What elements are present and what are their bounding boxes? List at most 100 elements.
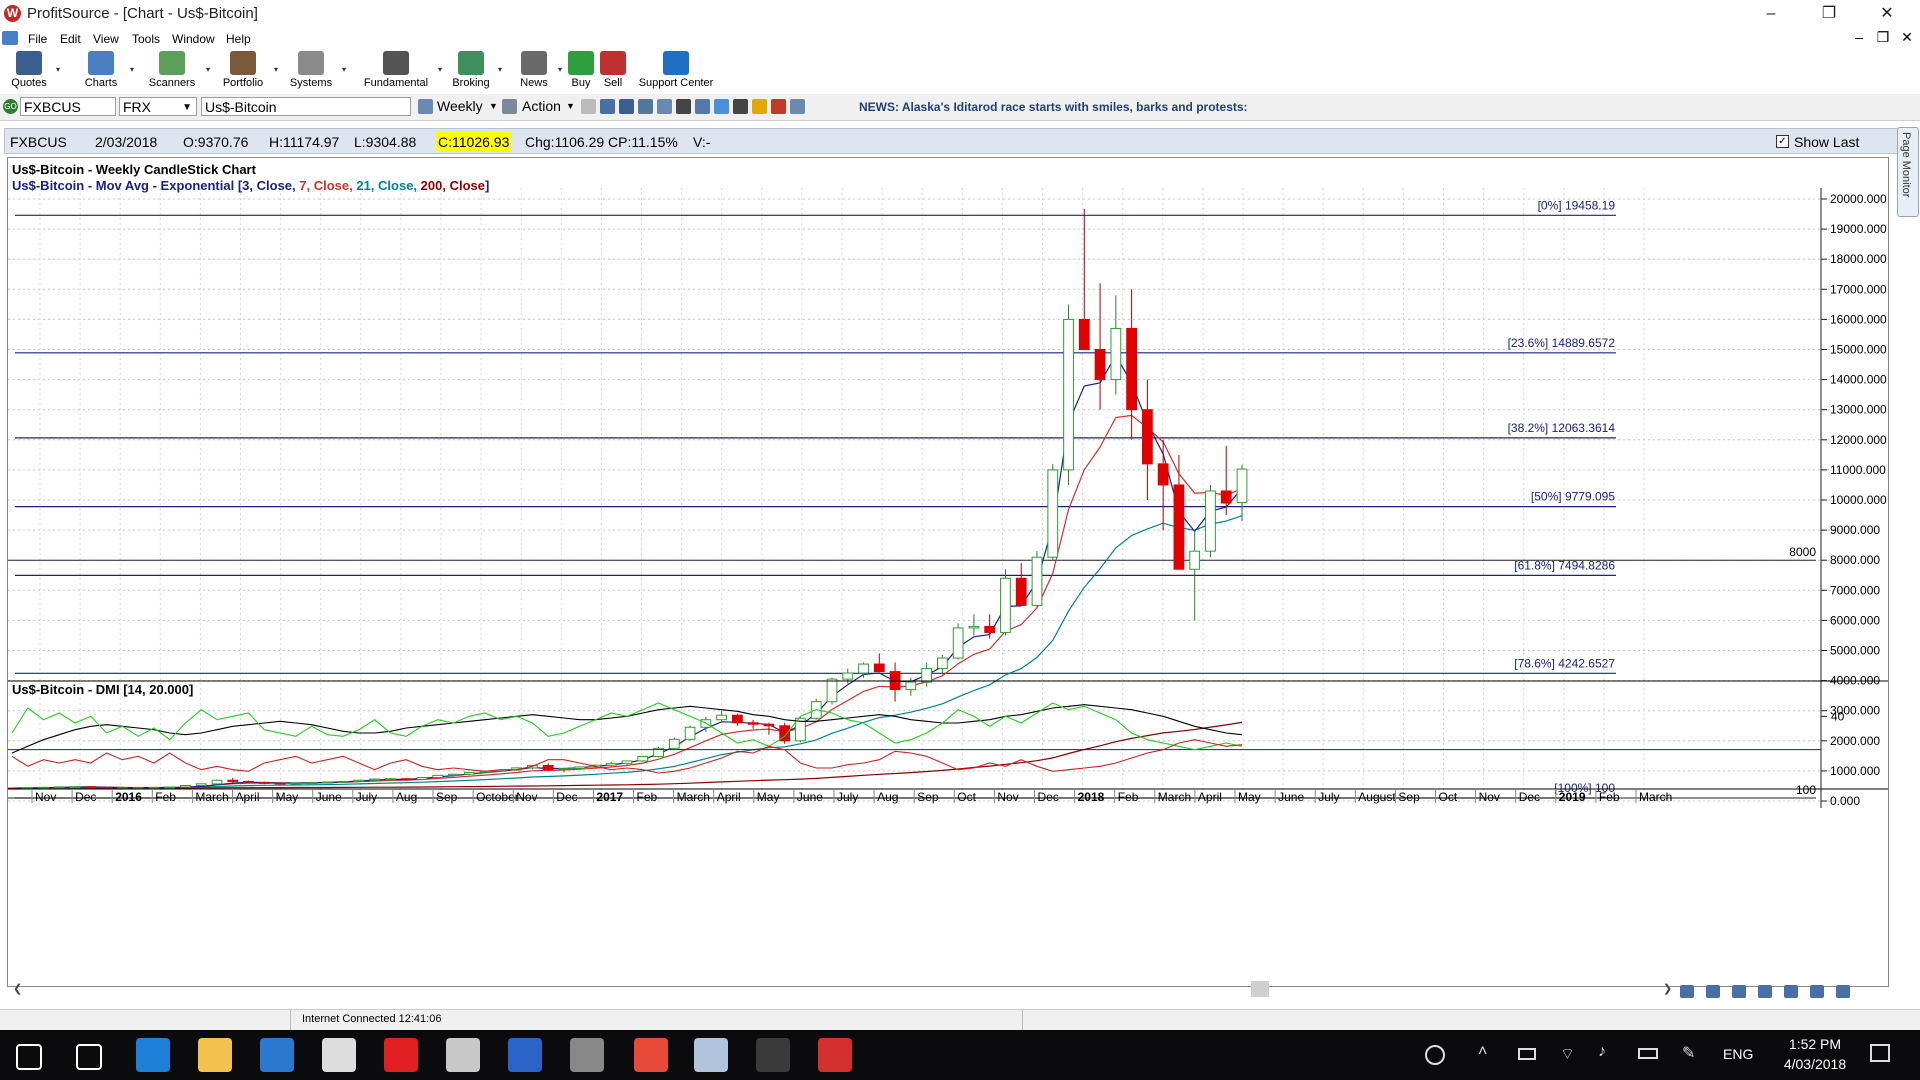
- go-icon[interactable]: GO: [3, 99, 18, 114]
- dropdown-arrow-icon[interactable]: ▾: [206, 65, 210, 74]
- horizontal-scrollbar[interactable]: ❮ ❯: [7, 978, 1707, 1000]
- toolbar-support-button[interactable]: Support Center: [638, 49, 714, 89]
- candle-body[interactable]: [1141, 409, 1153, 465]
- scroll-right-icon[interactable]: ❯: [1663, 982, 1672, 995]
- candle[interactable]: [353, 779, 365, 782]
- dmi-plusminus-di-line[interactable]: [11, 702, 1243, 751]
- candle[interactable]: [1173, 454, 1185, 570]
- candle-body[interactable]: [558, 767, 570, 770]
- alert-icon[interactable]: [771, 99, 786, 114]
- dropdown-arrow-icon[interactable]: ▾: [56, 65, 60, 74]
- candle-body[interactable]: [211, 779, 223, 785]
- candle-body[interactable]: [1220, 490, 1232, 504]
- candle-body[interactable]: [574, 766, 586, 769]
- scroll-thumb[interactable]: [1251, 981, 1269, 997]
- candle-body[interactable]: [290, 782, 302, 785]
- candle[interactable]: [290, 782, 302, 785]
- exchange-select[interactable]: FRX ▼: [119, 97, 197, 116]
- wifi-icon[interactable]: ⌔: [1560, 1044, 1575, 1064]
- candle-body[interactable]: [542, 764, 554, 770]
- candle[interactable]: [1141, 379, 1153, 500]
- mdi-minimize-button[interactable]: –: [1848, 29, 1870, 45]
- candle[interactable]: [321, 781, 333, 784]
- dropdown-arrow-icon[interactable]: ▾: [342, 65, 346, 74]
- candle-body[interactable]: [69, 786, 81, 789]
- candle[interactable]: [1031, 551, 1043, 609]
- candle-body[interactable]: [243, 780, 254, 783]
- menu-edit[interactable]: Edit: [60, 32, 81, 46]
- candle-body[interactable]: [605, 762, 617, 766]
- symbol-code-input[interactable]: FXBCUS: [20, 97, 116, 116]
- candle-body[interactable]: [684, 726, 696, 740]
- candle[interactable]: [101, 786, 113, 789]
- toolbar-charts-button[interactable]: Charts ▾: [78, 49, 134, 89]
- candle[interactable]: [243, 780, 254, 783]
- candle[interactable]: [731, 713, 743, 726]
- candle-body[interactable]: [1173, 484, 1185, 570]
- candle-body[interactable]: [227, 779, 239, 782]
- candle-body[interactable]: [164, 786, 176, 789]
- zoom-icon[interactable]: [638, 99, 653, 114]
- profitsource-icon[interactable]: [818, 1038, 852, 1072]
- candle-body[interactable]: [1047, 469, 1059, 558]
- step-forward-icon[interactable]: [1836, 985, 1850, 998]
- candle-body[interactable]: [306, 782, 318, 785]
- candle-body[interactable]: [1189, 550, 1201, 570]
- candle[interactable]: [306, 782, 318, 785]
- candle-body[interactable]: [968, 625, 980, 629]
- candle[interactable]: [85, 786, 97, 789]
- candle[interactable]: [385, 778, 396, 781]
- candle-body[interactable]: [385, 778, 396, 781]
- page-monitor-tab[interactable]: Page Monitor: [1897, 127, 1919, 217]
- chevron-up-icon[interactable]: ˄: [1478, 1043, 1487, 1061]
- candle[interactable]: [1236, 464, 1248, 521]
- candle-body[interactable]: [1157, 463, 1169, 486]
- menu-help[interactable]: Help: [226, 32, 251, 46]
- candle-body[interactable]: [274, 782, 286, 785]
- candle[interactable]: [542, 763, 554, 771]
- moving-average-label[interactable]: Us$-Bitcoin - Mov Avg - Exponential [3, …: [12, 178, 489, 193]
- dropdown-arrow-icon[interactable]: ▾: [558, 65, 562, 74]
- toolbar-news-button[interactable]: News ▾: [516, 49, 562, 89]
- candle[interactable]: [400, 778, 412, 781]
- candle-body[interactable]: [826, 678, 838, 703]
- security-name-input[interactable]: Us$-Bitcoin: [201, 97, 411, 116]
- candle-body[interactable]: [1031, 556, 1043, 606]
- chart-canvas[interactable]: 20000.000 19000.000 18000.000 17000.000 1600…: [8, 158, 1888, 808]
- candle-body[interactable]: [432, 774, 444, 779]
- restore-button[interactable]: ❐: [1806, 2, 1852, 26]
- candle[interactable]: [164, 786, 176, 789]
- candle-body[interactable]: [1110, 327, 1122, 381]
- candle-body[interactable]: [85, 786, 97, 789]
- candle[interactable]: [463, 771, 475, 776]
- candle[interactable]: [668, 737, 680, 750]
- candle-body[interactable]: [763, 723, 775, 727]
- dmi-adx-line[interactable]: [11, 704, 1243, 754]
- camera-icon[interactable]: [570, 1038, 604, 1072]
- mdi-document-icon[interactable]: [2, 31, 18, 45]
- toolbar-systems-button[interactable]: Systems ▾: [286, 49, 346, 89]
- language-indicator[interactable]: ENG: [1723, 1046, 1753, 1062]
- candle[interactable]: [369, 778, 381, 781]
- candle[interactable]: [180, 784, 191, 788]
- scroll-end-icon[interactable]: [1784, 985, 1798, 998]
- candle[interactable]: [1015, 563, 1027, 606]
- step-back-icon[interactable]: [1810, 985, 1824, 998]
- candle[interactable]: [684, 725, 696, 741]
- go-app-icon[interactable]: [756, 1038, 790, 1072]
- candle-body[interactable]: [148, 786, 160, 789]
- clock-date[interactable]: 4/03/2018: [1775, 1056, 1855, 1072]
- candle[interactable]: [1063, 304, 1074, 485]
- candle-body[interactable]: [1063, 318, 1074, 471]
- candle-body[interactable]: [258, 781, 270, 784]
- candle[interactable]: [889, 662, 901, 702]
- candle[interactable]: [873, 653, 885, 673]
- print-icon[interactable]: [657, 99, 672, 114]
- candle-body[interactable]: [416, 777, 428, 780]
- layout-icon[interactable]: [790, 99, 805, 114]
- idea-icon[interactable]: [714, 99, 729, 114]
- candle-body[interactable]: [1236, 468, 1248, 503]
- candle[interactable]: [258, 781, 270, 785]
- mdi-restore-button[interactable]: ❐: [1872, 29, 1894, 46]
- toolbar-broking-button[interactable]: Broking ▾: [450, 49, 502, 89]
